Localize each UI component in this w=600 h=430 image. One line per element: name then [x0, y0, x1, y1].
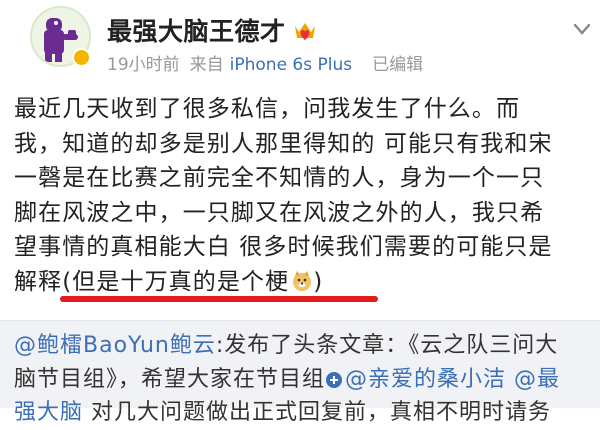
edited-label: 已编辑 [372, 55, 424, 75]
repost-section[interactable]: @鲍檑BaoYun鲍云:发布了头条文章：《云之队三问大 脑节目组》，希望大家在节… [0, 320, 600, 425]
post-line: 一磬是在比赛之前完全不知情的人，身为一个一只 [14, 165, 545, 191]
source-label: 来自 iPhone 6s Plus [189, 55, 353, 75]
user-name[interactable]: 最强大脑王德才 [107, 12, 318, 48]
post-meta: 19小时前 来自 iPhone 6s Plus 已编辑 [107, 50, 433, 75]
verified-badge-icon [72, 48, 91, 67]
post-body: 最近几天收到了很多私信，问我发生了什么。而 我，知道的却多是别人那里得知的 可能… [14, 92, 594, 302]
red-underline-annotation [60, 296, 378, 302]
chevron-down-icon[interactable] [572, 19, 592, 39]
mention-link[interactable]: @鲍檑BaoYun鲍云 [14, 333, 216, 358]
mention-link[interactable]: @亲爱的桑小洁 [325, 367, 506, 392]
mention-tag-icon [326, 371, 343, 388]
post-line: 我，知道的却多是别人那里得知的 可能只有我和宋 [14, 130, 553, 157]
device-link[interactable]: iPhone 6s Plus [230, 55, 352, 75]
post-line: 望事情的真相能大白 很多时候我们需要的可能只是 [14, 234, 553, 260]
post-line: 最近几天收到了很多私信，问我发生了什么。而 [14, 96, 521, 122]
mention-link[interactable]: @最 [514, 367, 560, 392]
post-time: 19小时前 [107, 55, 180, 75]
post-line: 脚在风波之中，一只脚又在风波之外的人，我只希 [14, 199, 545, 226]
repost-text: @鲍檑BaoYun鲍云:发布了头条文章：《云之队三问大 脑节目组》，希望大家在节… [14, 333, 561, 425]
crown-heart-icon [292, 19, 318, 48]
mention-link[interactable]: 强大脑 [14, 400, 83, 425]
